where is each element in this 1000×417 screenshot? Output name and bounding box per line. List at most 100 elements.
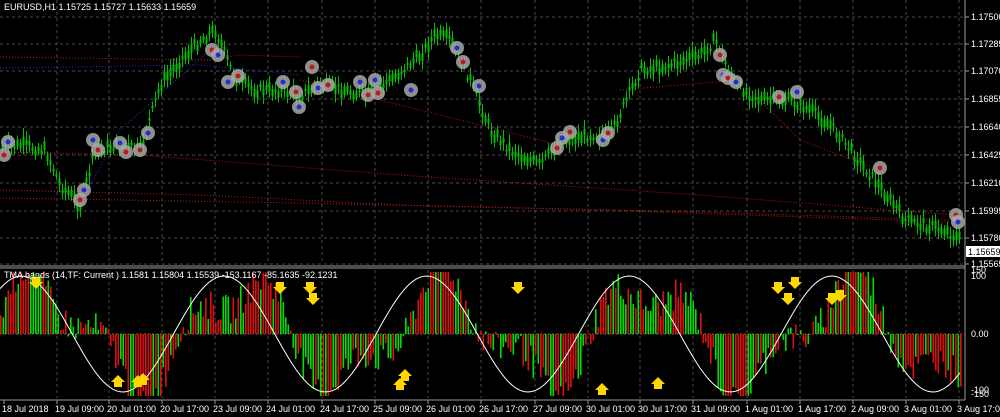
candle-body — [196, 44, 199, 52]
histogram-bar — [490, 334, 492, 349]
price-axis-label: 1.15995 — [971, 206, 1000, 216]
histogram-bar — [915, 334, 917, 357]
histogram-bar — [532, 334, 535, 379]
histogram-bar — [502, 334, 505, 348]
histogram-bar — [397, 334, 400, 352]
candle-body — [946, 226, 949, 234]
histogram-bar — [762, 334, 765, 353]
histogram-bar — [935, 334, 937, 371]
candle-body — [190, 44, 193, 53]
signal-dot — [309, 64, 315, 70]
candle-body — [952, 235, 955, 241]
histogram-bar — [112, 334, 115, 342]
histogram-bar — [95, 313, 97, 334]
histogram-bar — [310, 334, 312, 370]
trading-chart[interactable]: EURUSD,H1 1.15725 1.15727 1.15633 1.1565… — [0, 0, 1000, 417]
histogram-bar — [50, 286, 52, 334]
histogram-bar — [507, 334, 510, 348]
candle-body — [820, 118, 823, 127]
histogram-bar — [512, 334, 515, 355]
price-axis[interactable]: 1.17500 1.17285 1.17070 1.16855 1.16640 1.164… — [964, 0, 1000, 400]
histogram-bar — [210, 291, 212, 334]
indicator-pane[interactable]: TMA bands (14,TF: Current ) 1.1581 1.158… — [0, 265, 989, 399]
histogram-bar — [147, 334, 150, 396]
candle-body — [886, 195, 889, 203]
histogram-bar — [462, 308, 465, 334]
current-price-tag: 1.15659 — [966, 246, 1000, 257]
candle-body — [430, 37, 433, 42]
histogram-bar — [22, 280, 25, 334]
histogram-bar — [832, 307, 835, 334]
candle-body — [415, 49, 418, 58]
histogram-bar — [875, 303, 877, 334]
candle-body — [49, 160, 52, 166]
histogram-bar — [655, 294, 657, 334]
candle-body — [445, 29, 448, 39]
signal-dot — [81, 187, 87, 193]
histogram-bar — [700, 313, 702, 334]
histogram-bar — [850, 272, 852, 334]
candle-body — [46, 155, 49, 162]
signal-dot — [559, 135, 565, 141]
histogram-bar — [230, 323, 232, 334]
histogram-bar — [782, 334, 785, 340]
histogram-bar — [600, 298, 602, 334]
candle-body — [643, 66, 646, 74]
histogram-bar — [867, 272, 870, 334]
histogram-bar — [520, 334, 522, 336]
signal-dot — [476, 83, 482, 89]
histogram-bar — [67, 334, 70, 337]
candle-body — [22, 136, 25, 146]
time-axis[interactable]: 18 Jul 2018 19 Jul 09:00 20 Jul 01:00 20 Ju… — [0, 399, 1000, 414]
histogram-bar — [725, 334, 727, 396]
histogram-bar — [387, 334, 390, 359]
histogram-bar — [822, 327, 825, 334]
histogram-bar — [322, 334, 325, 396]
histogram-bar — [677, 297, 680, 334]
histogram-bar — [722, 334, 725, 396]
candle-body — [37, 146, 40, 152]
histogram-bar — [182, 327, 185, 334]
histogram-bar — [892, 334, 895, 344]
histogram-bar — [185, 334, 187, 336]
histogram-bar — [535, 334, 537, 355]
histogram-bar — [740, 334, 742, 396]
candle-body — [814, 107, 817, 111]
histogram-bar — [30, 278, 32, 334]
histogram-bar — [337, 334, 340, 391]
price-pane[interactable]: EURUSD,H1 1.15725 1.15727 1.15633 1.1565… — [0, 0, 965, 265]
histogram-bar — [945, 334, 947, 378]
band-line — [0, 197, 951, 223]
histogram-bar — [122, 334, 125, 366]
histogram-bar — [150, 334, 152, 396]
candle-body — [898, 204, 901, 211]
histogram-bar — [92, 327, 95, 334]
candle-body — [358, 89, 361, 93]
histogram-bar — [405, 317, 407, 334]
histogram-bar — [635, 307, 637, 334]
histogram-bar — [75, 334, 77, 339]
time-axis-label: 30 Jul 17:00 — [638, 404, 687, 414]
candle-body — [679, 62, 682, 66]
candle-body — [871, 172, 874, 175]
histogram-bar — [160, 334, 162, 396]
histogram-bar — [555, 334, 557, 391]
price-axis-label: 1.16640 — [971, 122, 1000, 132]
histogram-bar — [895, 334, 897, 357]
histogram-bar — [627, 288, 630, 334]
histogram-bar — [280, 289, 282, 334]
candle-body — [469, 74, 472, 81]
histogram-bar — [385, 334, 387, 344]
candle-body — [577, 131, 580, 141]
histogram-bar — [882, 306, 885, 334]
histogram-bar — [202, 316, 205, 334]
candle-body — [916, 222, 919, 227]
candle-body — [928, 225, 931, 234]
histogram-bar — [105, 327, 107, 334]
histogram-bar — [307, 334, 310, 365]
candle-body — [892, 200, 895, 209]
histogram-bar — [682, 302, 685, 334]
candle-body — [634, 82, 637, 87]
candle-body — [439, 30, 442, 36]
histogram-bar — [417, 299, 420, 334]
